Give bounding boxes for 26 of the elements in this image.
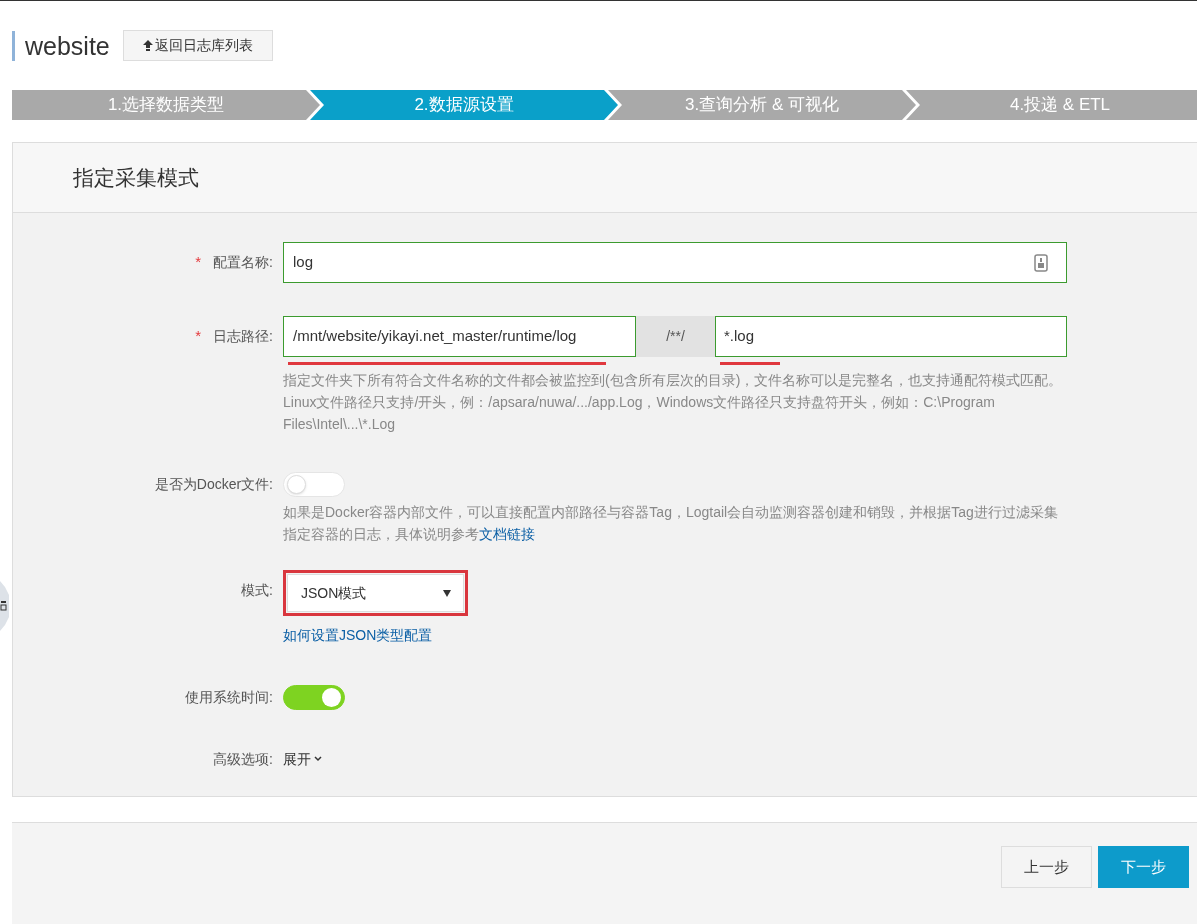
field-label: 模式:: [241, 580, 273, 600]
json-config-link[interactable]: 如何设置JSON类型配置: [283, 625, 468, 646]
annotation-underline: [720, 362, 780, 365]
dropdown-caret-icon: [443, 589, 451, 597]
config-name-field[interactable]: log: [283, 242, 1067, 283]
back-button[interactable]: 返回日志库列表: [122, 30, 273, 61]
field-label: 高级选项:: [213, 749, 273, 769]
chevron-down-icon: [314, 756, 322, 762]
id-card-icon: [1034, 253, 1048, 272]
field-label: 使用系统时间:: [185, 687, 273, 707]
expand-toggle[interactable]: 展开: [283, 739, 322, 779]
field-label: 配置名称:: [213, 252, 273, 272]
help-text: 指定文件夹下所有符合文件名称的文件都会被监控到(包含所有层次的目录)，文件名称可以是完整名，也支持通配符模式匹配。Linux文件路径只支持/开头，例：/apsara/nuwa/.../app.Log，Windows文件路径只支持盘符开头，例如：C:\Program Files\Intel\...\*.Log: [283, 371, 1064, 434]
doc-link[interactable]: 文档链接: [479, 526, 535, 542]
mode-select[interactable]: JSON模式: [287, 574, 464, 612]
required-mark: *: [195, 325, 202, 346]
previous-button[interactable]: 上一步: [1001, 846, 1092, 888]
page-title: website: [12, 30, 110, 61]
section-title: 指定采集模式: [73, 164, 199, 191]
toggle-switch[interactable]: [283, 685, 345, 710]
path-separator: /**/: [636, 316, 715, 357]
upload-arrow-icon: [142, 40, 153, 51]
field-label: 日志路径:: [213, 326, 273, 346]
help-text: 如果是Docker容器内部文件，可以直接配置内部路径与容器Tag，Logtail会自动监测容器创建和销毁，并根据Tag进行过滤采集指定容器的日志，具体说明参考文档链接: [283, 503, 1059, 544]
required-mark: *: [195, 251, 202, 272]
field-label: 是否为Docker文件:: [154, 474, 273, 494]
